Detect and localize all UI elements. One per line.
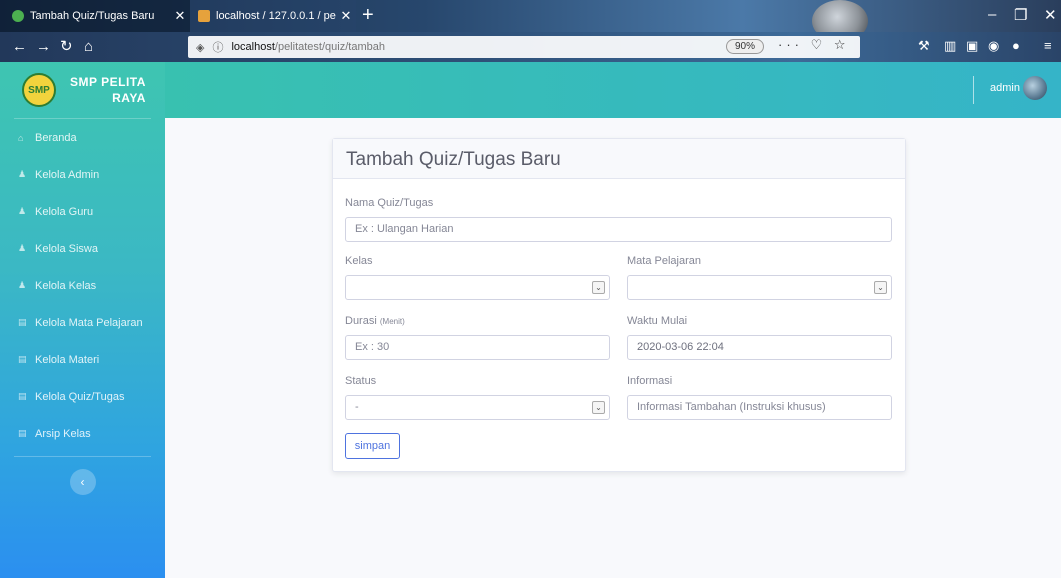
page-title: Tambah Quiz/Tugas Baru: [346, 149, 561, 170]
account-icon[interactable]: ◉: [988, 38, 999, 54]
chevron-down-icon: ⌄: [874, 281, 887, 294]
phpmyadmin-favicon-icon: [198, 10, 210, 22]
browser-nav-bar: ← → ↻ ⌂ ◈ ⓘ localhost/pelitatest/quiz/ta…: [0, 32, 1061, 62]
brand-name: SMP PELITA RAYA: [70, 75, 146, 105]
close-tab-icon[interactable]: ✕: [336, 8, 356, 24]
nama-label: Nama Quiz/Tugas: [345, 197, 434, 209]
avatar[interactable]: [1023, 76, 1047, 100]
book-icon: ▤: [18, 354, 27, 364]
durasi-label: Durasi (Menit): [345, 315, 405, 327]
user-icon: ♟: [18, 280, 27, 290]
url-path: /pelitatest/quiz/tambah: [274, 41, 385, 53]
topbar-divider: [973, 76, 974, 104]
shield-icon: ◈: [196, 41, 205, 54]
site-favicon-icon: [12, 10, 24, 22]
divider: [14, 456, 151, 457]
url-bar[interactable]: ◈ ⓘ localhost/pelitatest/quiz/tambah 90%…: [188, 36, 860, 58]
sidebar-item-arsip-kelas[interactable]: ▤ Arsip Kelas: [0, 415, 165, 452]
simpan-button[interactable]: simpan: [345, 433, 400, 459]
tools-icon[interactable]: ⚒: [918, 38, 930, 54]
informasi-input[interactable]: Informasi Tambahan (Instruksi khusus): [627, 395, 892, 420]
sidebar-item-beranda[interactable]: ⌂ Beranda: [0, 119, 165, 156]
school-logo-icon: SMP: [22, 73, 56, 107]
minimize-icon[interactable]: –: [988, 6, 996, 23]
home-icon: ⌂: [18, 132, 24, 143]
kelas-label: Kelas: [345, 255, 373, 267]
back-icon[interactable]: ←: [12, 38, 27, 56]
brand[interactable]: SMP SMP PELITA RAYA: [0, 62, 165, 118]
user-icon: ♟: [18, 169, 27, 179]
durasi-input[interactable]: Ex : 30: [345, 335, 610, 360]
sidebar: SMP SMP PELITA RAYA ⌂ Beranda ♟ Kelola Adm…: [0, 62, 165, 578]
status-value: -: [355, 401, 359, 413]
zoom-level[interactable]: 90%: [726, 39, 765, 54]
reload-icon[interactable]: ↻: [60, 38, 73, 56]
new-tab-button[interactable]: +: [362, 4, 374, 27]
waktu-label: Waktu Mulai: [627, 315, 688, 327]
chevron-down-icon: ⌄: [592, 281, 605, 294]
users-icon: ♟: [18, 243, 27, 253]
sidebar-item-kelola-kelas[interactable]: ♟ Kelola Kelas: [0, 267, 165, 304]
card-header: Tambah Quiz/Tugas Baru: [333, 139, 905, 179]
tab-title: localhost / 127.0.0.1 / pelita / a: [216, 10, 336, 22]
browser-tab-bar: Tambah Quiz/Tugas Baru ✕ localhost / 127…: [0, 0, 1061, 42]
status-select[interactable]: - ⌄: [345, 395, 610, 420]
browser-tab-active[interactable]: Tambah Quiz/Tugas Baru ✕: [0, 0, 190, 32]
form-card: Tambah Quiz/Tugas Baru Nama Quiz/Tugas E…: [332, 138, 906, 472]
restore-icon[interactable]: ❐: [1014, 6, 1027, 24]
sidebar-item-kelola-materi[interactable]: ▤ Kelola Materi: [0, 341, 165, 378]
info-icon: ⓘ: [212, 42, 224, 54]
menu-icon[interactable]: ≡: [1044, 38, 1052, 53]
sidebar-toggle-button[interactable]: ‹: [69, 469, 96, 495]
user-icon: ♟: [18, 206, 27, 216]
home-icon[interactable]: ⌂: [84, 38, 93, 56]
sidebar-item-kelola-mata-pelajaran[interactable]: ▤ Kelola Mata Pelajaran: [0, 304, 165, 341]
book-icon: ▤: [18, 391, 27, 401]
kelas-select[interactable]: ⌄: [345, 275, 610, 300]
forward-icon[interactable]: →: [36, 38, 51, 56]
url-host: localhost: [231, 41, 275, 53]
durasi-unit: (Menit): [379, 317, 405, 326]
informasi-label: Informasi: [627, 375, 673, 387]
book-icon: ▤: [18, 317, 27, 327]
user-name[interactable]: admin: [990, 82, 1020, 94]
browser-tab[interactable]: localhost / 127.0.0.1 / pelita / a ✕: [190, 0, 356, 32]
archive-icon: ▤: [18, 428, 27, 438]
close-window-icon[interactable]: ✕: [1044, 6, 1057, 24]
sidebar-item-kelola-quiz-tugas[interactable]: ▤ Kelola Quiz/Tugas: [0, 378, 165, 415]
chevron-down-icon: ⌄: [592, 401, 605, 414]
sidebar-item-kelola-admin[interactable]: ♟ Kelola Admin: [0, 156, 165, 193]
mapel-label: Mata Pelajaran: [627, 255, 701, 267]
sidebar-item-kelola-siswa[interactable]: ♟ Kelola Siswa: [0, 230, 165, 267]
nama-input[interactable]: Ex : Ulangan Harian: [345, 217, 892, 242]
extension-icon[interactable]: ●: [1012, 38, 1020, 53]
close-tab-icon[interactable]: ✕: [170, 8, 190, 24]
sidebar-icon[interactable]: ▣: [966, 38, 978, 54]
topbar: admin: [165, 62, 1061, 118]
sidebar-item-kelola-guru[interactable]: ♟ Kelola Guru: [0, 193, 165, 230]
mapel-select[interactable]: ⌄: [627, 275, 892, 300]
status-label: Status: [345, 375, 377, 387]
page-actions-icon[interactable]: ··· ♡ ☆: [778, 37, 850, 53]
waktu-mulai-input[interactable]: 2020-03-06 22:04: [627, 335, 892, 360]
library-icon[interactable]: ▥: [944, 38, 956, 54]
tab-title: Tambah Quiz/Tugas Baru: [30, 10, 155, 22]
